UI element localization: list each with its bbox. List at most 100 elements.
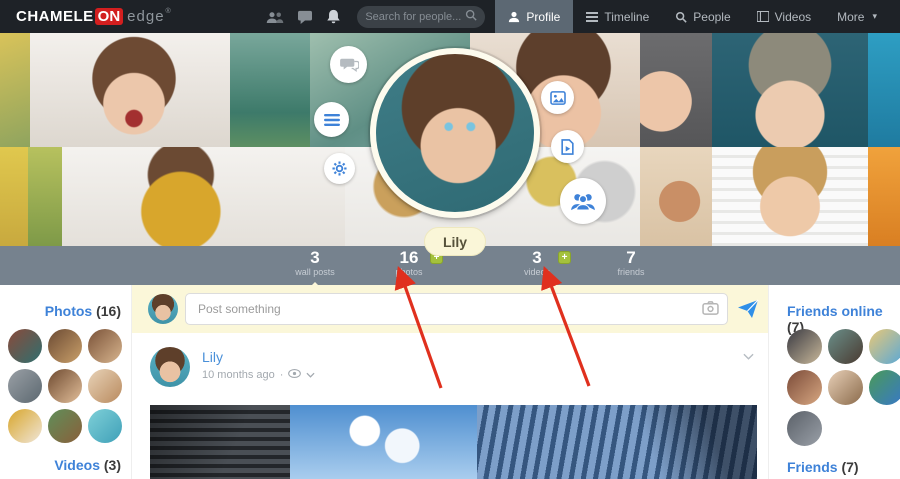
photos-heading: Photos (16) bbox=[45, 303, 121, 319]
tab-label: Videos bbox=[775, 10, 811, 24]
videos-heading: Videos (3) bbox=[54, 457, 121, 473]
tab-profile[interactable]: Profile bbox=[495, 0, 573, 33]
search-icon[interactable] bbox=[465, 8, 477, 26]
cover-photo-tile bbox=[230, 33, 310, 147]
post-input[interactable] bbox=[186, 302, 727, 316]
avatar[interactable] bbox=[88, 369, 122, 403]
cover-photo-tile bbox=[640, 33, 712, 147]
stats-left: 3wall posts16photos+ bbox=[283, 249, 441, 285]
avatar[interactable] bbox=[48, 369, 82, 403]
site-logo[interactable]: CHAMELEONedge® bbox=[16, 8, 171, 25]
composer-field[interactable] bbox=[185, 293, 728, 325]
friends-button[interactable] bbox=[560, 178, 606, 224]
avatar[interactable] bbox=[48, 409, 82, 443]
logo-on-badge: ON bbox=[95, 8, 124, 25]
avatar[interactable] bbox=[148, 294, 178, 324]
videos-count: (3) bbox=[104, 457, 121, 473]
cover-photo-tile bbox=[640, 147, 712, 246]
avatar[interactable] bbox=[787, 370, 822, 405]
post-options-chevron[interactable] bbox=[743, 347, 754, 365]
cover-photo-tile bbox=[0, 147, 28, 246]
profile-name-badge: Lily bbox=[424, 227, 486, 256]
tab-timeline[interactable]: Timeline bbox=[573, 0, 662, 33]
top-navbar: CHAMELEONedge® Profile bbox=[0, 0, 900, 33]
videos-link[interactable]: Videos bbox=[54, 457, 100, 473]
add-photo-button[interactable] bbox=[541, 81, 574, 114]
avatar[interactable] bbox=[8, 409, 42, 443]
chevron-down-icon[interactable] bbox=[306, 369, 315, 381]
avatar[interactable] bbox=[787, 411, 822, 446]
feed-column: Lily 10 months ago · bbox=[132, 285, 768, 479]
meta-separator: · bbox=[280, 369, 284, 381]
friends-count: (7) bbox=[841, 459, 858, 475]
left-sidebar: Photos (16) Videos (3) bbox=[0, 285, 132, 479]
stat-wall-posts[interactable]: 3wall posts bbox=[283, 249, 347, 285]
eye-privacy-icon[interactable] bbox=[288, 369, 301, 381]
photos-link[interactable]: Photos bbox=[45, 303, 92, 319]
avatar[interactable] bbox=[869, 370, 900, 405]
friend-requests-icon[interactable] bbox=[266, 10, 284, 24]
messages-icon[interactable] bbox=[297, 10, 313, 24]
stat-value: 7 bbox=[599, 249, 663, 267]
person-icon bbox=[508, 11, 520, 23]
post-photo-segment bbox=[477, 405, 757, 479]
avatar[interactable] bbox=[828, 329, 863, 364]
tab-label: People bbox=[693, 10, 730, 24]
add-videos-button[interactable]: + bbox=[558, 251, 571, 264]
chat-bubbles-button[interactable] bbox=[330, 46, 367, 83]
post-author-link[interactable]: Lily bbox=[202, 349, 223, 365]
tab-people[interactable]: People bbox=[662, 0, 743, 33]
cover-photo-tile bbox=[0, 33, 30, 147]
stats-right: 3videos+ 7friends bbox=[505, 249, 663, 285]
avatar[interactable] bbox=[48, 329, 82, 363]
friends-online-grid bbox=[787, 329, 900, 446]
avatar[interactable] bbox=[787, 329, 822, 364]
friends-link[interactable]: Friends bbox=[787, 459, 838, 475]
send-post-button[interactable] bbox=[737, 299, 759, 319]
profile-avatar[interactable] bbox=[370, 48, 540, 218]
registered-mark: ® bbox=[166, 8, 171, 15]
avatar[interactable] bbox=[8, 329, 42, 363]
photos-count: (16) bbox=[96, 303, 121, 319]
avatar[interactable] bbox=[88, 409, 122, 443]
avatar[interactable] bbox=[8, 369, 42, 403]
avatar[interactable] bbox=[869, 329, 900, 364]
tab-label: Profile bbox=[526, 10, 560, 24]
search-input[interactable] bbox=[365, 11, 465, 23]
cover-photo-tile bbox=[712, 147, 868, 246]
cover-photo-tile bbox=[868, 147, 900, 246]
stat-label: photos bbox=[377, 267, 441, 278]
tab-more[interactable]: More ▾ bbox=[824, 0, 890, 33]
tab-label: Timeline bbox=[604, 10, 649, 24]
stat-friends[interactable]: 7friends bbox=[599, 249, 663, 285]
navbar-tabs: Profile Timeline People Videos bbox=[495, 0, 890, 33]
stat-value: 3 bbox=[283, 249, 347, 267]
menu-lines-icon bbox=[586, 12, 598, 22]
selected-stat-notch bbox=[309, 282, 321, 288]
right-sidebar: Friends online (7) Friends (7) bbox=[768, 285, 900, 479]
friends-online-link[interactable]: Friends online bbox=[787, 303, 883, 319]
notifications-icon[interactable] bbox=[326, 9, 341, 25]
stat-videos[interactable]: 3videos+ bbox=[505, 249, 569, 285]
gear-icon[interactable] bbox=[324, 153, 355, 184]
post-time: 10 months ago bbox=[202, 369, 275, 381]
add-video-button[interactable] bbox=[551, 130, 584, 163]
search-people-box[interactable] bbox=[357, 6, 485, 28]
content-area: Photos (16) Videos (3) bbox=[0, 285, 900, 479]
cover-photo-collage bbox=[0, 33, 900, 246]
logo-text: CHAMELE bbox=[16, 8, 94, 25]
avatar[interactable] bbox=[828, 370, 863, 405]
post-photo[interactable] bbox=[150, 405, 757, 479]
cover-photo-tile bbox=[28, 147, 62, 246]
camera-icon[interactable] bbox=[702, 301, 719, 320]
avatar[interactable] bbox=[88, 329, 122, 363]
tab-videos[interactable]: Videos bbox=[744, 0, 824, 33]
avatar[interactable] bbox=[150, 347, 190, 387]
film-icon bbox=[757, 11, 769, 22]
menu-button[interactable] bbox=[314, 102, 349, 137]
cover-photo-tile bbox=[868, 33, 900, 147]
stat-label: friends bbox=[599, 267, 663, 278]
cover-photo-tile bbox=[712, 33, 868, 147]
post-photo-segment bbox=[290, 405, 477, 479]
profile-page: CHAMELEONedge® Profile bbox=[0, 0, 900, 479]
